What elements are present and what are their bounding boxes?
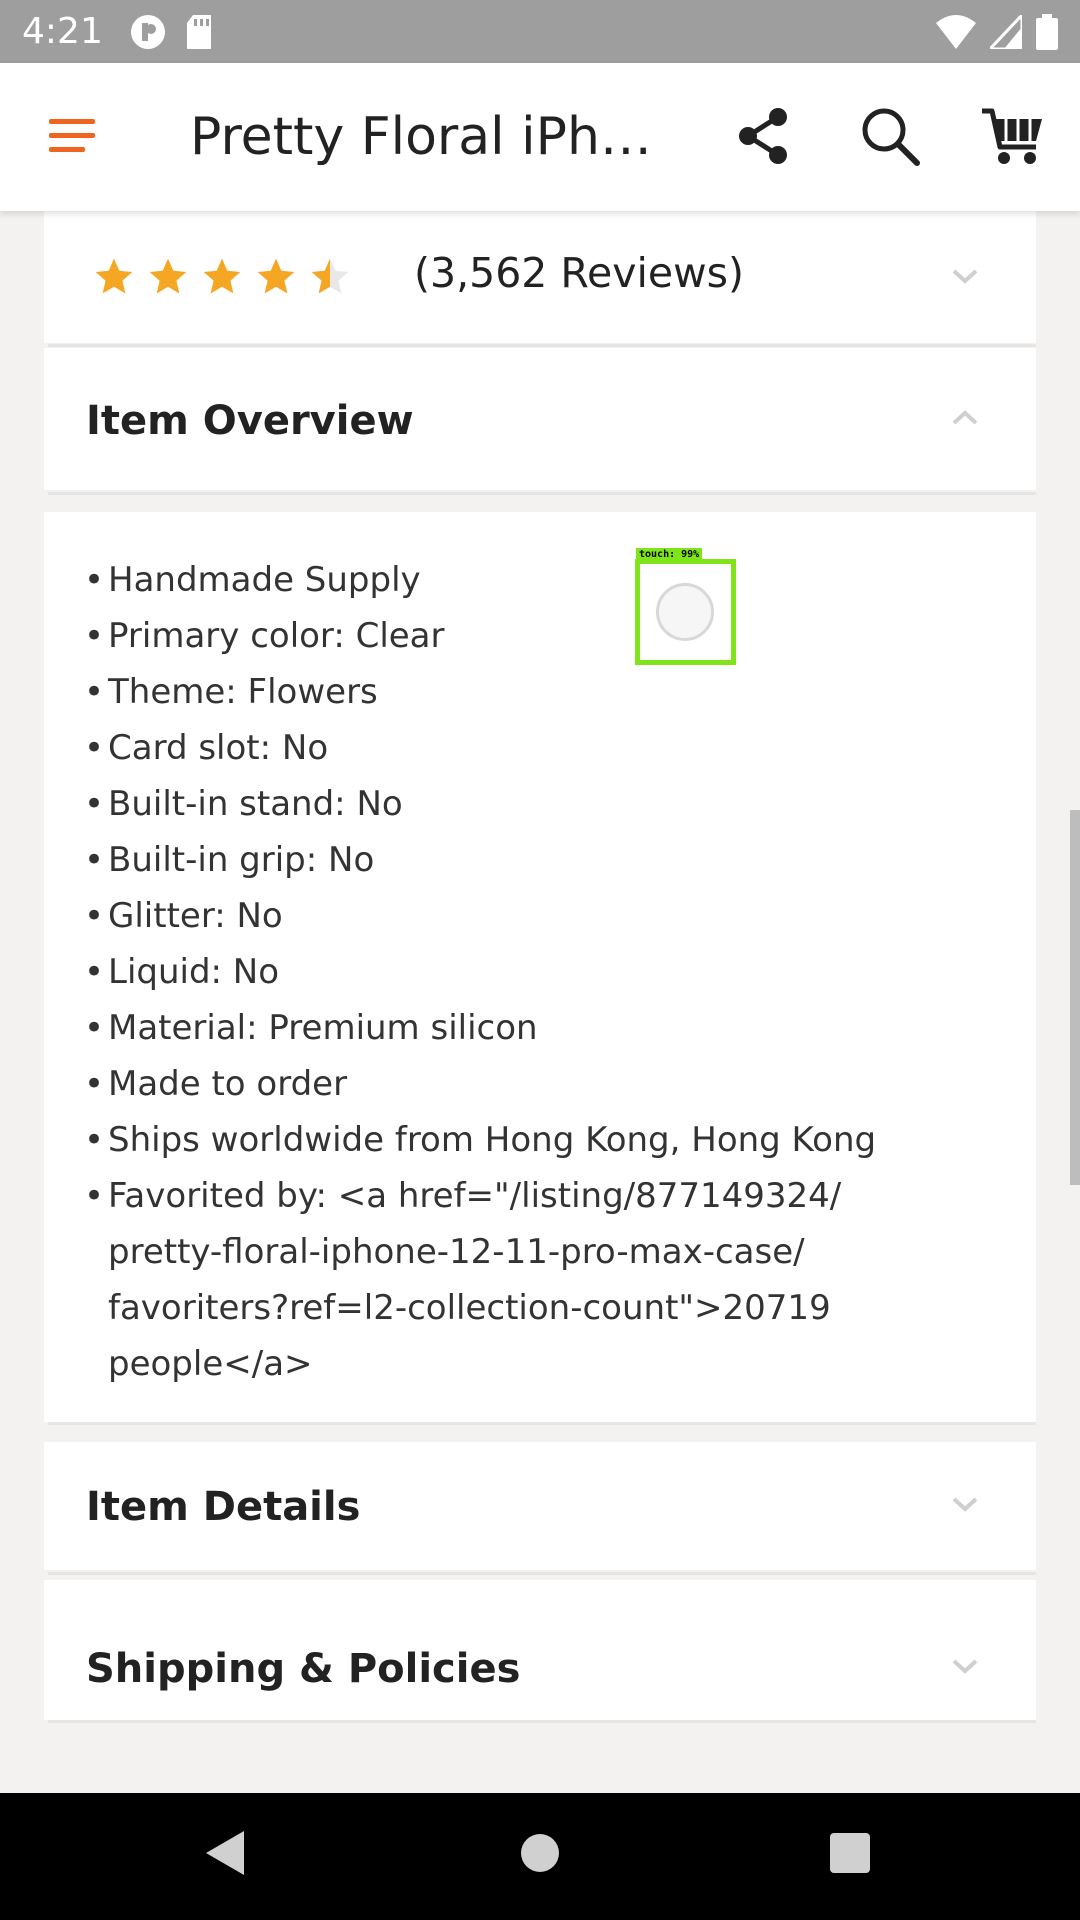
shipping-policies-header[interactable]: Shipping & Policies: [44, 1580, 1036, 1720]
divider: [48, 1422, 1036, 1425]
wifi-icon: [936, 14, 976, 49]
home-icon[interactable]: [510, 1823, 570, 1883]
list-item: Ships worldwide from Hong Kong, Hong Kon…: [84, 1112, 964, 1168]
star-full-icon: [149, 258, 187, 294]
list-item: Built-in grip: No: [84, 832, 964, 888]
battery-icon: [1036, 13, 1058, 50]
item-overview-content: Handmade Supply Primary color: Clear The…: [44, 512, 1036, 1422]
divider: [48, 1572, 1036, 1575]
shipping-policies-title: Shipping & Policies: [86, 1646, 521, 1692]
cell-signal-icon: [990, 14, 1022, 49]
status-bar: 4:21: [0, 0, 1080, 63]
navigation-bar: [0, 1793, 1080, 1920]
recents-icon[interactable]: [820, 1823, 880, 1883]
divider: [48, 492, 1036, 495]
menu-button[interactable]: [44, 113, 100, 159]
overview-list: Handmade Supply Primary color: Clear The…: [84, 552, 964, 1392]
star-rating: [92, 255, 352, 299]
scrollbar[interactable]: [1070, 810, 1080, 1185]
list-item: Primary color: Clear: [84, 608, 964, 664]
chevron-down-icon: [952, 1497, 978, 1512]
chevron-up-icon: [952, 410, 978, 425]
search-icon[interactable]: [857, 103, 923, 169]
share-icon[interactable]: [730, 103, 796, 169]
list-item: Glitter: No: [84, 888, 964, 944]
list-item: Built-in stand: No: [84, 776, 964, 832]
chevron-down-icon: [952, 1659, 978, 1674]
sd-card-icon: [186, 14, 211, 49]
list-item: Handmade Supply: [84, 552, 964, 608]
star-full-icon: [203, 258, 241, 294]
list-item-favorited: Favorited by: <a href="/listing/87714932…: [84, 1168, 964, 1392]
star-half-icon: [311, 258, 349, 294]
chevron-down-icon: [952, 269, 978, 284]
list-item: Theme: Flowers: [84, 664, 964, 720]
reviews-count: (3,562 Reviews): [414, 249, 745, 297]
menu-icon: [49, 119, 95, 124]
list-item: Material: Premium silicon: [84, 1000, 964, 1056]
divider: [48, 344, 1036, 347]
page-title: Pretty Floral iPho...: [190, 107, 680, 167]
list-item: Liquid: No: [84, 944, 964, 1000]
star-full-icon: [257, 258, 295, 294]
app-bar: Pretty Floral iPho...: [0, 63, 1080, 211]
item-details-header[interactable]: Item Details: [44, 1442, 1036, 1570]
cart-icon[interactable]: [980, 103, 1046, 169]
list-item: Card slot: No: [84, 720, 964, 776]
star-full-icon: [95, 258, 133, 294]
status-time: 4:21: [22, 11, 103, 52]
list-item: Made to order: [84, 1056, 964, 1112]
back-icon[interactable]: [196, 1823, 256, 1883]
item-details-title: Item Details: [86, 1484, 361, 1530]
item-overview-header[interactable]: Item Overview: [44, 348, 1036, 490]
item-overview-title: Item Overview: [86, 398, 414, 444]
divider: [48, 1720, 1036, 1723]
reviews-card[interactable]: (3,562 Reviews): [44, 211, 1036, 343]
vpn-key-icon: [130, 14, 165, 49]
touch-point: [656, 583, 714, 641]
